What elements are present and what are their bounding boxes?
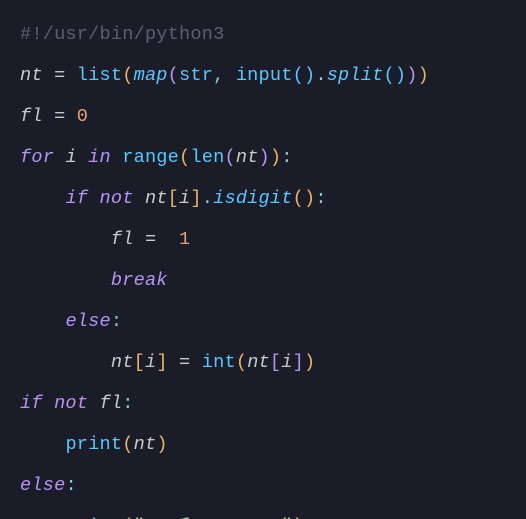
code-line-12: else: <box>20 475 77 496</box>
code-block[interactable]: #!/usr/bin/python3 nt = list(map(str, in… <box>0 0 526 519</box>
code-line-11: print(nt) <box>20 434 168 455</box>
code-line-3: fl = 0 <box>20 106 88 127</box>
code-line-9: nt[i] = int(nt[i]) <box>20 352 315 373</box>
code-line-6: fl = 1 <box>20 229 190 250</box>
code-line-1: #!/usr/bin/python3 <box>20 24 224 45</box>
code-line-2: nt = list(map(str, input().split())) <box>20 65 429 86</box>
code-line-5: if not nt[i].isdigit(): <box>20 188 327 209</box>
code-line-4: for i in range(len(nt)): <box>20 147 293 168</box>
code-line-10: if not fl: <box>20 393 134 414</box>
shebang-comment: #!/usr/bin/python3 <box>20 24 224 45</box>
code-line-8: else: <box>20 311 122 332</box>
code-line-7: break <box>20 270 168 291</box>
